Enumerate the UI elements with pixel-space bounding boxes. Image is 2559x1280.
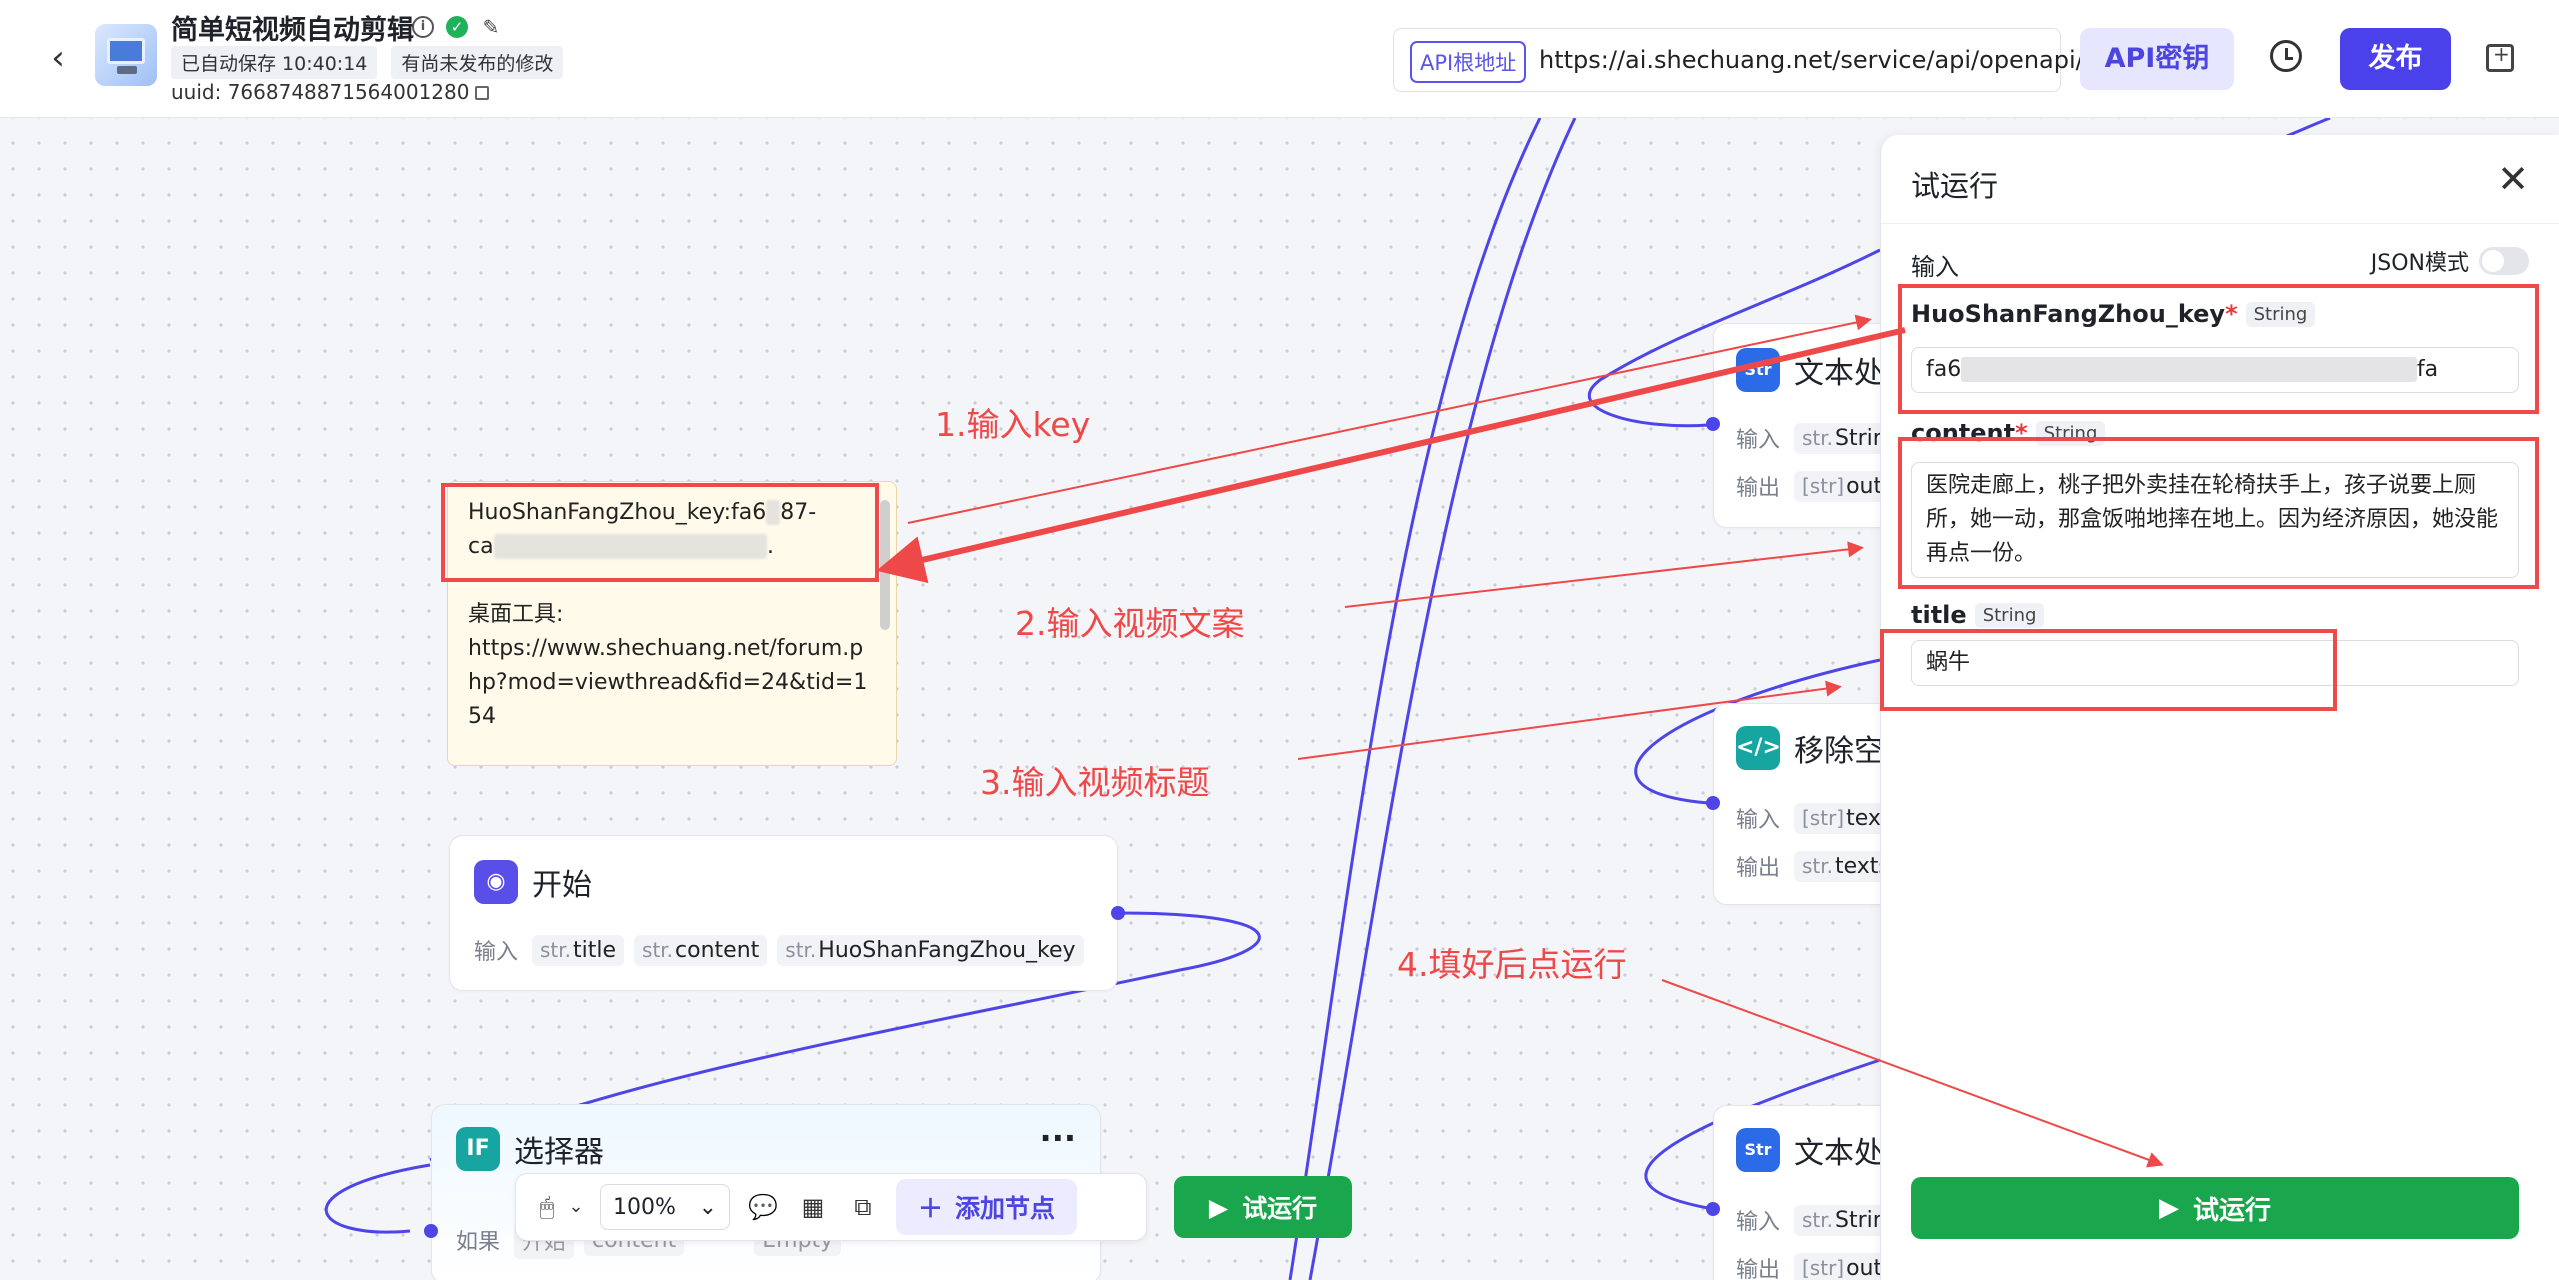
if-icon: IF <box>456 1127 500 1171</box>
layout-grid-icon[interactable]: ▦ <box>796 1190 830 1224</box>
copy-icon[interactable] <box>475 86 490 100</box>
text2-out-label: 输出 <box>1736 1258 1781 1280</box>
start-input-label: 输入 <box>474 940 519 965</box>
annotation-step-1: 1.输入key <box>935 405 1091 444</box>
panel-run-label: 试运行 <box>2192 1195 2271 1226</box>
annotation-box-note-key <box>441 483 879 582</box>
remove-in-label: 输入 <box>1736 808 1781 833</box>
add-node-label: 添加节点 <box>955 1194 1056 1223</box>
duplicate-icon[interactable] <box>2486 42 2514 72</box>
param-type: str. <box>1802 425 1834 450</box>
app-title: 简单短视频自动剪辑 <box>171 15 414 46</box>
panel-title: 试运行 <box>1911 169 1999 203</box>
close-icon[interactable]: ✕ <box>2497 157 2529 201</box>
play-icon: ▶ <box>2158 1193 2179 1223</box>
autosave-status: 已自动保存 10:40:14 <box>171 46 378 79</box>
selector-node-title: 选择器 <box>514 1135 604 1170</box>
app-logo-icon <box>95 24 157 86</box>
mouse-mode-icon[interactable]: 🖱 <box>530 1190 564 1224</box>
annotation-step-4: 4.填好后点运行 <box>1397 945 1627 984</box>
param-type: str. <box>1802 853 1834 878</box>
json-mode-toggle[interactable] <box>2479 247 2529 275</box>
annotation-box-title <box>1880 629 2337 711</box>
canvas-toolbar: 🖱 ⌄ 100% ⌄ 💬 ▦ ⧉ ＋ 添加节点 <box>515 1173 1147 1241</box>
param-type: [str] <box>1802 1255 1845 1280</box>
more-icon[interactable]: ··· <box>1040 1119 1076 1157</box>
text1-in-label: 输入 <box>1736 428 1781 453</box>
param-name: Strin <box>1835 425 1887 451</box>
param-type: [str] <box>1802 473 1845 498</box>
json-mode-label: JSON模式 <box>2370 251 2469 276</box>
annotation-box-content <box>1898 437 2539 589</box>
param-chip-key: str.HuoShanFangZhou_key <box>777 934 1084 966</box>
param-type: str. <box>785 937 817 962</box>
canvas-run-button[interactable]: ▶ 试运行 <box>1174 1176 1352 1238</box>
remove-node-title: 移除空 <box>1794 734 1884 769</box>
code-icon: </> <box>1736 726 1781 770</box>
comment-icon[interactable]: 💬 <box>746 1190 780 1224</box>
api-root-url[interactable]: https://ai.shechuang.net/service/api/ope… <box>1539 46 2113 74</box>
unpublished-badge: 有尚未发布的修改 <box>391 46 564 79</box>
panel-divider <box>1881 223 2559 224</box>
top-header: ‹ 简单短视频自动剪辑 i ✓ ✎ 已自动保存 10:40:14 有尚未发布的修… <box>0 0 2559 118</box>
info-icon[interactable]: i <box>412 16 434 38</box>
zoom-select[interactable]: 100% ⌄ <box>600 1184 730 1230</box>
param-name: HuoShanFangZhou_key <box>818 937 1076 963</box>
publish-button[interactable]: 发布 <box>2340 28 2451 90</box>
check-circle-icon: ✓ <box>446 16 468 38</box>
param-type: str. <box>1802 1207 1834 1232</box>
back-icon[interactable]: ‹ <box>40 40 76 76</box>
api-root-box[interactable]: API根地址 https://ai.shechuang.net/service/… <box>1393 28 2113 92</box>
str-icon: Str <box>1736 348 1780 392</box>
api-root-label: API根地址 <box>1410 41 1527 83</box>
param-name: Strin <box>1835 1207 1887 1233</box>
history-icon[interactable] <box>2270 40 2302 72</box>
note-scrollbar[interactable] <box>880 500 890 630</box>
param-name: title <box>573 937 617 963</box>
text-node-1-title: 文本处 <box>1794 356 1884 391</box>
type-tag: String <box>1974 602 2045 628</box>
str-icon: Str <box>1736 1128 1780 1172</box>
panel-run-button[interactable]: ▶ 试运行 <box>1911 1177 2519 1239</box>
annotation-step-2: 2.输入视频文案 <box>1015 604 1245 643</box>
text2-input-port[interactable] <box>1706 1202 1720 1216</box>
param-chip-title: str.title <box>532 934 625 966</box>
remove-out-label: 输出 <box>1736 856 1781 881</box>
param-type: str. <box>540 937 572 962</box>
text2-in-label: 输入 <box>1736 1210 1781 1235</box>
selector-input-port[interactable] <box>424 1224 438 1238</box>
play-icon: ▶ <box>1208 1192 1229 1222</box>
note-body: 桌面工具: https://www.shechuang.net/forum.ph… <box>468 602 868 729</box>
zoom-value: 100% <box>613 1194 676 1220</box>
uuid-text: uuid: 7668748871564001280 <box>171 80 490 104</box>
if-label: 如果 <box>456 1230 501 1255</box>
uuid-value: uuid: 7668748871564001280 <box>171 80 470 104</box>
start-node[interactable]: ◉ 开始 输入 str.title str.content str.HuoSha… <box>449 835 1118 991</box>
canvas-run-label: 试运行 <box>1242 1194 1318 1223</box>
param-chip-content: str.content <box>634 934 768 966</box>
annotation-box-key <box>1898 284 2539 414</box>
param-name: content <box>675 937 760 963</box>
text1-out-label: 输出 <box>1736 476 1781 501</box>
add-node-button[interactable]: ＋ 添加节点 <box>896 1179 1078 1235</box>
fit-view-icon[interactable]: ⧉ <box>846 1190 880 1224</box>
edit-icon[interactable]: ✎ <box>480 16 502 38</box>
json-mode-toggle-row: JSON模式 <box>2371 245 2529 277</box>
chevron-down-icon[interactable]: ⌄ <box>568 1190 584 1224</box>
remove-input-port[interactable] <box>1706 796 1720 810</box>
chevron-down-icon: ⌄ <box>698 1194 717 1220</box>
text-node-2-title: 文本处 <box>1794 1136 1884 1171</box>
text1-input-port[interactable] <box>1706 417 1720 431</box>
annotation-step-3: 3.输入视频标题 <box>980 763 1210 802</box>
api-key-button[interactable]: API密钥 <box>2080 28 2234 90</box>
start-icon: ◉ <box>474 860 518 904</box>
start-node-title: 开始 <box>532 868 592 903</box>
param-type: [str] <box>1802 805 1845 830</box>
param-type: str. <box>642 937 674 962</box>
field-name: title <box>1911 601 1967 629</box>
plus-icon: ＋ <box>918 1194 944 1223</box>
input-section-label: 输入 <box>1911 253 1959 281</box>
field-label-title: title String <box>1911 601 2045 629</box>
start-output-port[interactable] <box>1111 906 1125 920</box>
